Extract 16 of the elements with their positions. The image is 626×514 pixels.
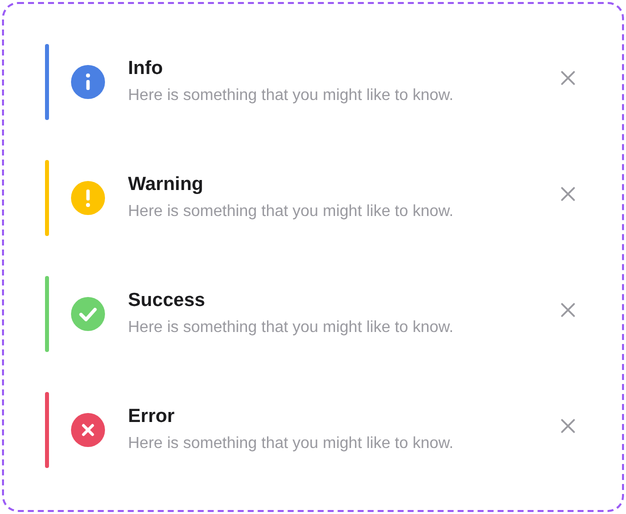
info-icon	[71, 65, 105, 99]
close-button[interactable]	[560, 418, 576, 434]
alert-title: Error	[128, 405, 174, 429]
alert-title: Warning	[128, 173, 204, 197]
cross-icon	[71, 413, 105, 447]
alert-message: Here is something that you might like to know.	[128, 434, 454, 454]
alert-title: Success	[128, 289, 206, 313]
close-button[interactable]	[560, 302, 576, 318]
checkmark-icon	[71, 297, 105, 331]
alert-message: Here is something that you might like to know.	[128, 318, 454, 338]
alert-message: Here is something that you might like to know.	[128, 86, 454, 106]
alert-title: Info	[128, 57, 163, 81]
exclamation-icon	[71, 181, 105, 215]
close-button[interactable]	[560, 186, 576, 202]
close-button[interactable]	[560, 70, 576, 86]
alert-message: Here is something that you might like to know.	[128, 202, 454, 222]
